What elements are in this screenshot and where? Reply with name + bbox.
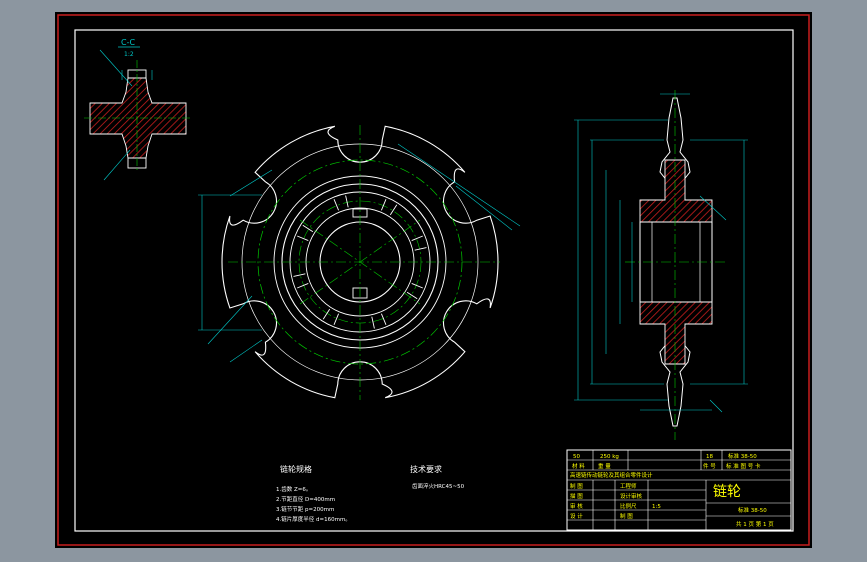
tb-tag: 比例尺 bbox=[620, 502, 637, 510]
tech-title: 技术要求 bbox=[410, 464, 442, 474]
tb-weight: 250 kg bbox=[600, 454, 619, 460]
tb-role: 描 图 bbox=[570, 492, 583, 500]
tb-role: 制 图 bbox=[570, 482, 583, 490]
tb-header: 件 号 bbox=[703, 462, 716, 470]
tech-item: 齿面淬火HRC45~50 bbox=[412, 482, 465, 490]
tb-material: 50 bbox=[573, 454, 580, 460]
tb-role: 审 核 bbox=[570, 502, 583, 510]
tb-part-no: 18 bbox=[706, 454, 713, 460]
tb-header: 重 量 bbox=[598, 462, 611, 470]
spec-item: 1.齿数 Z=6。 bbox=[276, 485, 311, 493]
tb-role: 设 计 bbox=[570, 512, 583, 520]
tb-design-title: 高速链传动链轮及其组合零件设计 bbox=[570, 471, 653, 479]
section-label: C-C bbox=[121, 38, 135, 47]
spec-item: 2.节距直径 D=400mm bbox=[276, 495, 335, 503]
specs-title: 链轮规格 bbox=[280, 464, 312, 474]
section-scale: 1:2 bbox=[124, 51, 134, 58]
cad-drawing-canvas: C-C 1:2 链轮规格 1.齿数 Z=6。 2.节距直径 D=400mm 3.… bbox=[55, 12, 812, 548]
tb-sheet: 共 1 页 第 1 页 bbox=[736, 520, 774, 528]
spec-item: 3.链节节距 p=200mm bbox=[276, 505, 334, 513]
tb-scale: 1:5 bbox=[652, 504, 661, 510]
tb-part-name: 链轮 bbox=[713, 484, 741, 500]
tb-standard: 标准 38-50 bbox=[728, 452, 757, 460]
tb-tag: 制 图 bbox=[620, 512, 633, 520]
tb-tag: 工程师 bbox=[620, 482, 637, 490]
tb-drawing-no: 标准 38-50 bbox=[738, 506, 767, 514]
tb-tag: 设计审核 bbox=[620, 492, 643, 500]
tb-header: 标 准 图 号 卡 bbox=[726, 462, 761, 470]
tb-header: 材 料 bbox=[572, 462, 585, 470]
spec-item: 4.链片厚度半径 d=160mm。 bbox=[276, 515, 351, 523]
